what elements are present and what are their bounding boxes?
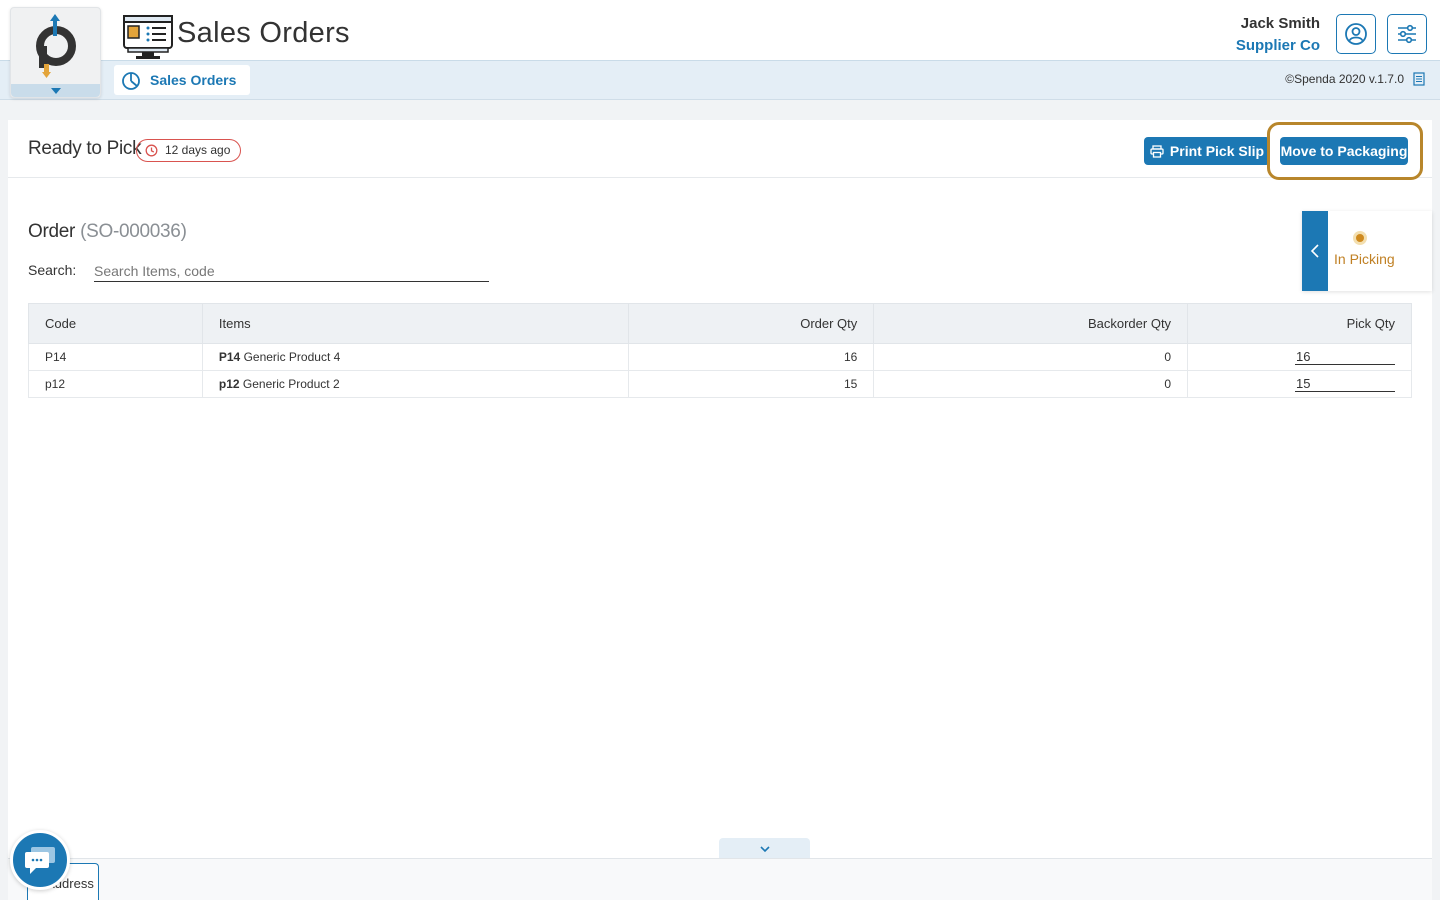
cell-item: p12 Generic Product 2 bbox=[201, 370, 629, 398]
column-header-backorder-qty[interactable]: Backorder Qty bbox=[873, 303, 1189, 344]
panel-header: Ready to Pick 12 days ago Print Pick Sli… bbox=[8, 120, 1432, 180]
status-title: Ready to Pick bbox=[28, 138, 142, 159]
clock-icon bbox=[145, 144, 158, 157]
move-to-packaging-label: Move to Packaging bbox=[1280, 143, 1408, 159]
chevron-left-icon bbox=[1310, 244, 1319, 258]
table-row: p12 p12 Generic Product 2 15 0 15 bbox=[28, 370, 1412, 398]
cell-pick-qty: 15 bbox=[1187, 370, 1412, 398]
order-code: (SO-000036) bbox=[80, 221, 187, 242]
user-company[interactable]: Supplier Co bbox=[1236, 37, 1320, 54]
copyright-text: ©Spenda 2020 v.1.7.0 bbox=[1285, 72, 1404, 86]
cell-pick-qty: 16 bbox=[1187, 343, 1412, 371]
pie-chart-icon bbox=[122, 72, 140, 90]
search-label: Search: bbox=[28, 262, 77, 278]
order-label: Order bbox=[28, 221, 76, 242]
bottom-tab-bar bbox=[8, 858, 1432, 900]
print-pick-slip-label: Print Pick Slip bbox=[1169, 143, 1265, 159]
cell-backorder-qty: 0 bbox=[873, 370, 1189, 398]
column-header-order-qty[interactable]: Order Qty bbox=[627, 303, 875, 344]
cell-order-qty: 15 bbox=[627, 370, 875, 398]
time-badge: 12 days ago bbox=[136, 139, 242, 162]
column-header-code[interactable]: Code bbox=[28, 303, 203, 344]
chevron-down-icon bbox=[759, 846, 770, 853]
page-title: Sales Orders bbox=[177, 17, 350, 49]
sales-orders-icon bbox=[122, 14, 174, 60]
cell-item-name: Generic Product 2 bbox=[242, 377, 340, 391]
expand-bottom-panel-button[interactable] bbox=[719, 838, 810, 860]
user-circle-icon bbox=[1345, 23, 1367, 45]
tab-sales-orders-label: Sales Orders bbox=[150, 72, 237, 88]
chevron-down-icon bbox=[51, 88, 61, 94]
cell-item-code: P14 bbox=[218, 350, 241, 364]
printer-icon bbox=[1150, 144, 1164, 158]
app-header: Sales Orders Jack Smith Supplier Co Sale… bbox=[0, 0, 1440, 100]
sliders-icon bbox=[1398, 24, 1416, 44]
search-input[interactable] bbox=[94, 260, 489, 282]
cell-code: P14 bbox=[28, 343, 203, 371]
cell-order-qty: 16 bbox=[627, 343, 875, 371]
column-header-pick-qty[interactable]: Pick Qty bbox=[1187, 303, 1412, 344]
order-items-table: Code Items Order Qty Backorder Qty Pick … bbox=[28, 303, 1412, 398]
pick-qty-input[interactable]: 15 bbox=[1295, 376, 1395, 392]
cell-item-name: Generic Product 4 bbox=[243, 350, 341, 364]
tab-sales-orders[interactable]: Sales Orders bbox=[114, 65, 251, 95]
status-side-label: In Picking bbox=[1334, 251, 1395, 267]
column-header-items[interactable]: Items bbox=[201, 303, 629, 344]
cell-item: P14 Generic Product 4 bbox=[201, 343, 629, 371]
app-switcher[interactable] bbox=[10, 7, 101, 98]
table-row: P14 P14 Generic Product 4 16 0 16 bbox=[28, 343, 1412, 371]
table-header-row: Code Items Order Qty Backorder Qty Pick … bbox=[28, 303, 1412, 344]
time-badge-text: 12 days ago bbox=[165, 143, 231, 157]
user-profile-button[interactable] bbox=[1336, 14, 1376, 54]
settings-button[interactable] bbox=[1387, 14, 1427, 54]
cell-code: p12 bbox=[28, 370, 203, 398]
pick-qty-input[interactable]: 16 bbox=[1295, 349, 1395, 365]
document-icon[interactable] bbox=[1413, 72, 1425, 91]
move-to-packaging-button[interactable]: Move to Packaging bbox=[1280, 137, 1408, 165]
chat-button[interactable] bbox=[10, 830, 70, 890]
chat-icon bbox=[25, 847, 55, 874]
status-side-panel: In Picking bbox=[1302, 211, 1432, 291]
print-pick-slip-button[interactable]: Print Pick Slip bbox=[1144, 137, 1270, 165]
user-name: Jack Smith bbox=[1240, 15, 1320, 32]
status-panel-toggle[interactable] bbox=[1302, 211, 1328, 291]
spenda-logo-icon bbox=[36, 14, 76, 78]
cell-backorder-qty: 0 bbox=[873, 343, 1189, 371]
order-title: Order (SO-000036) bbox=[28, 221, 187, 243]
order-panel: Ready to Pick 12 days ago Print Pick Sli… bbox=[8, 120, 1432, 900]
cell-item-code: p12 bbox=[218, 377, 240, 391]
status-dot bbox=[1353, 231, 1367, 245]
